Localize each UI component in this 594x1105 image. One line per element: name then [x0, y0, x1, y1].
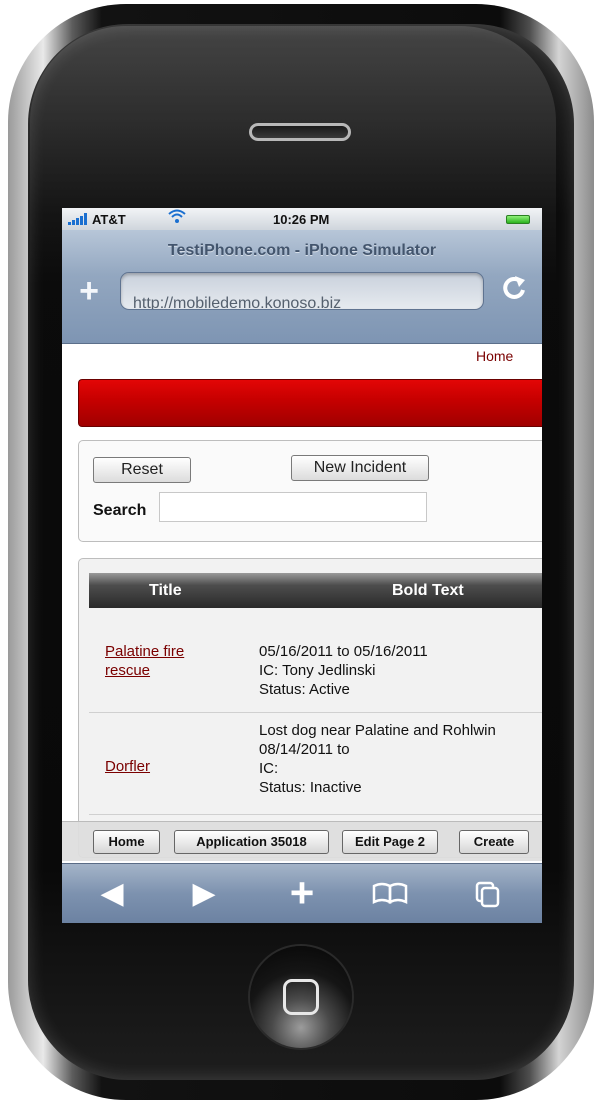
detail-line: Status: Inactive [259, 779, 362, 796]
detail-line: 08/14/2011 to [259, 741, 350, 758]
forward-arrow-icon[interactable]: ▶ [186, 868, 222, 920]
detail-line: Status: Active [259, 681, 350, 698]
toolbar-edit-page-button[interactable]: Edit Page 2 [342, 830, 438, 854]
app-bottom-toolbar: Home Application 35018 Edit Page 2 Creat… [62, 821, 542, 861]
incident-list-panel: Title Bold Text Palatine fire rescue 05/… [78, 558, 542, 858]
home-square-icon [283, 979, 319, 1015]
status-bar: AT&T 10:26 PM [62, 208, 542, 230]
add-bookmark-icon[interactable]: + [74, 274, 104, 308]
bookmarks-icon[interactable] [370, 868, 410, 920]
incident-title-link[interactable]: Palatine fire rescue [105, 642, 225, 680]
detail-line: IC: [259, 760, 279, 777]
url-field[interactable]: http://mobiledemo.konoso.biz [120, 272, 484, 310]
earpiece-speaker [249, 123, 351, 141]
add-icon[interactable]: + [284, 868, 320, 920]
browser-nav-bar: ◀ ▶ + [62, 863, 542, 923]
browser-title-bar: TestiPhone.com - iPhone Simulator + http… [62, 230, 542, 344]
pages-icon[interactable] [470, 868, 506, 920]
table-row: Dorfler Lost dog near Palatine and Rohlw… [89, 714, 542, 815]
toolbar-application-button[interactable]: Application 35018 [174, 830, 329, 854]
hardware-home-button[interactable] [250, 946, 352, 1048]
toolbar-home-button[interactable]: Home [93, 830, 160, 854]
table-row: Palatine fire rescue 05/16/2011 to 05/16… [89, 622, 542, 713]
wifi-icon [168, 208, 186, 227]
incident-details: Lost dog near Palatine and Rohlwin 08/14… [259, 721, 496, 797]
home-link[interactable]: Home [476, 348, 513, 364]
detail-line: 05/16/2011 to 05/16/2011 [259, 643, 428, 660]
browser-page-title: TestiPhone.com - iPhone Simulator [167, 242, 437, 259]
table-header: Title Bold Text [89, 573, 542, 608]
signal-icon [68, 213, 90, 225]
toolbar-create-button[interactable]: Create [459, 830, 529, 854]
search-input[interactable] [159, 492, 427, 522]
incident-details: 05/16/2011 to 05/16/2011 IC: Tony Jedlin… [259, 642, 428, 699]
column-header-title: Title [149, 582, 182, 599]
carrier-name: AT&T [92, 212, 126, 227]
reload-icon[interactable] [499, 274, 529, 306]
back-arrow-icon[interactable]: ◀ [94, 868, 130, 920]
incident-title-link[interactable]: Dorfler [105, 757, 225, 776]
search-label: Search [93, 502, 147, 519]
column-header-bold-text: Bold Text [392, 582, 464, 599]
phone-screen: AT&T 10:26 PM TestiPhone.com - iPhone Si… [62, 208, 542, 923]
header-banner [78, 379, 542, 427]
detail-line: Lost dog near Palatine and Rohlwin [259, 722, 496, 739]
reset-button[interactable]: Reset [93, 457, 191, 483]
new-incident-button[interactable]: New Incident [291, 455, 429, 481]
battery-icon [506, 215, 530, 224]
status-time: 10:26 PM [273, 212, 330, 227]
search-panel: Reset New Incident Search [78, 440, 542, 542]
detail-line: IC: Tony Jedlinski [259, 662, 376, 679]
